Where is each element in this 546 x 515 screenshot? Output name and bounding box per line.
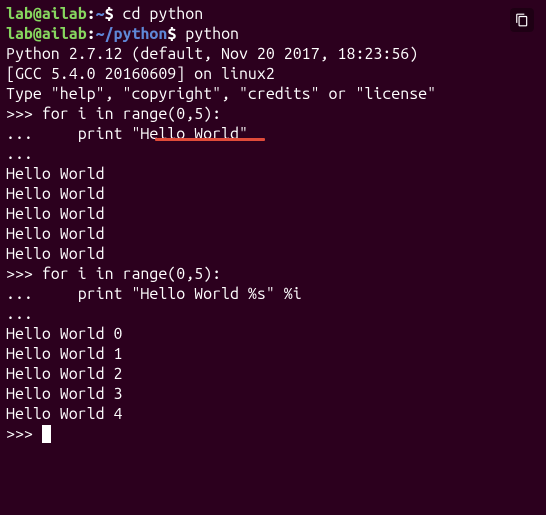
output-line: Hello World 1: [6, 344, 540, 364]
host: ailab: [42, 5, 87, 23]
python-banner-2: [GCC 5.4.0 20160609] on linux2: [6, 64, 540, 84]
repl-cont: ...: [6, 125, 78, 143]
colon: :: [87, 25, 96, 43]
repl-input-2a: >>> for i in range(0,5):: [6, 264, 540, 284]
shell-line-1: lab@ailab:~$ cd python: [6, 4, 540, 24]
output-line: Hello World: [6, 224, 540, 244]
dollar: $: [105, 5, 123, 23]
command: cd python: [123, 5, 204, 23]
dollar: $: [167, 25, 185, 43]
output-line: Hello World 2: [6, 364, 540, 384]
user: lab: [6, 5, 33, 23]
repl-code: for i in range(0,5):: [42, 105, 221, 123]
path: ~: [96, 5, 105, 23]
repl-code: print "Hello World %s" %i: [78, 285, 302, 303]
repl-input-2b: ... print "Hello World %s" %i: [6, 284, 540, 304]
repl-input-1b: ... print "Hello World": [6, 124, 540, 144]
repl-prompt: >>>: [6, 425, 42, 443]
user: lab: [6, 25, 33, 43]
output-line: Hello World: [6, 204, 540, 224]
cursor-icon: [42, 425, 51, 443]
at: @: [33, 25, 42, 43]
python-banner-1: Python 2.7.12 (default, Nov 20 2017, 18:…: [6, 44, 540, 64]
output-line: Hello World 0: [6, 324, 540, 344]
repl-input-2c: ...: [6, 304, 540, 324]
command: python: [185, 25, 239, 43]
repl-code: for i in range(0,5):: [42, 265, 221, 283]
repl-prompt-waiting[interactable]: >>>: [6, 424, 540, 444]
repl-prompt: >>>: [6, 265, 42, 283]
copy-icon[interactable]: [510, 8, 534, 32]
repl-input-1a: >>> for i in range(0,5):: [6, 104, 540, 124]
annotation-underline: [155, 138, 265, 141]
output-line: Hello World 4: [6, 404, 540, 424]
repl-input-1c: ...: [6, 144, 540, 164]
output-line: Hello World: [6, 244, 540, 264]
repl-prompt: >>>: [6, 105, 42, 123]
at: @: [33, 5, 42, 23]
path: ~/python: [96, 25, 168, 43]
repl-cont: ...: [6, 285, 78, 303]
output-line: Hello World: [6, 164, 540, 184]
output-line: Hello World: [6, 184, 540, 204]
host: ailab: [42, 25, 87, 43]
shell-line-2: lab@ailab:~/python$ python: [6, 24, 540, 44]
output-line: Hello World 3: [6, 384, 540, 404]
colon: :: [87, 5, 96, 23]
python-banner-3: Type "help", "copyright", "credits" or "…: [6, 84, 540, 104]
